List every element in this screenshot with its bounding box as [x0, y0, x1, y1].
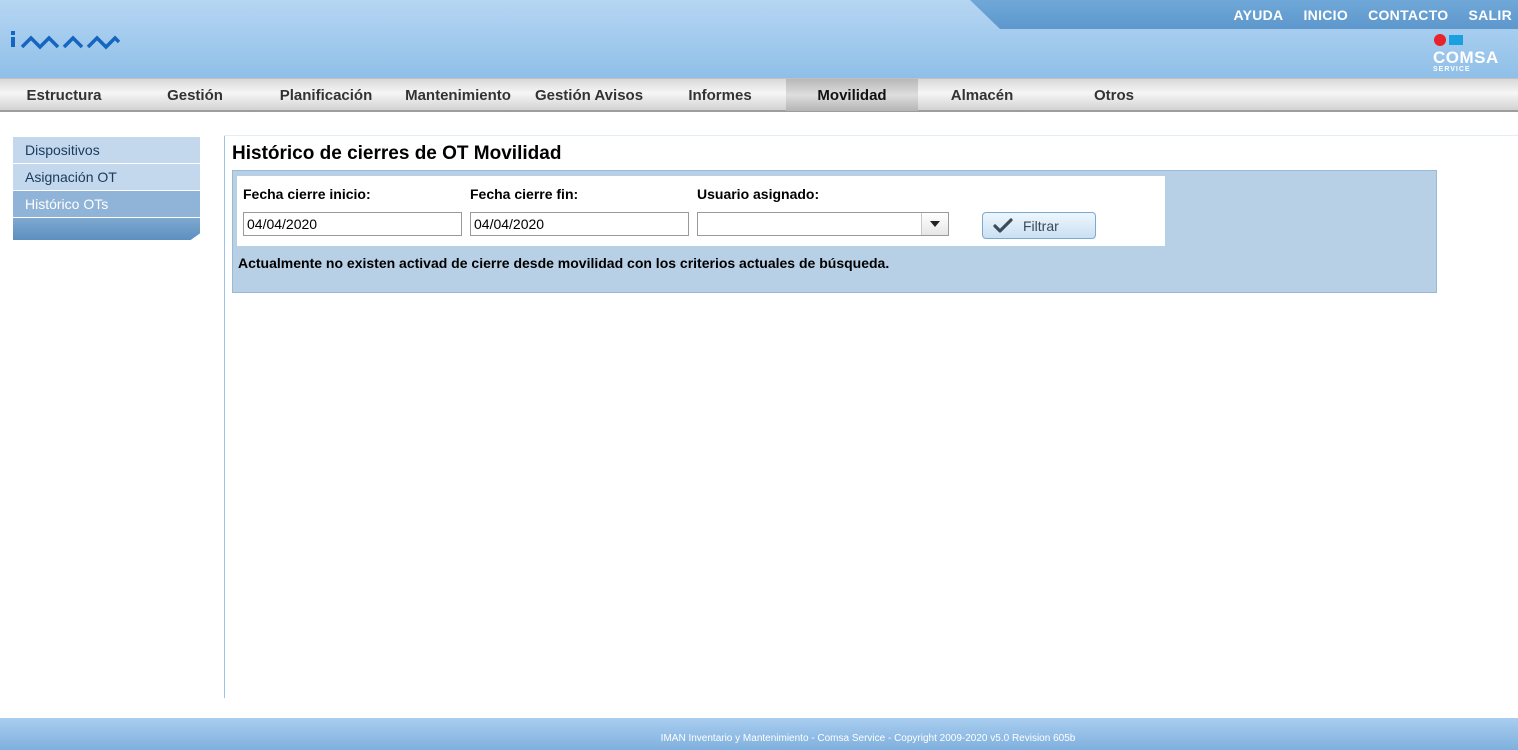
comsa-logo: COMSA SERVICE	[1433, 34, 1513, 74]
user-label: Usuario asignado:	[697, 186, 820, 202]
sidebar-item-historico-ots[interactable]: Histórico OTs	[13, 191, 200, 218]
sidebar: Dispositivos Asignación OT Histórico OTs	[13, 137, 200, 240]
menu-item-estructura[interactable]: Estructura	[14, 79, 114, 111]
empty-results-message: Actualmente no existen activad de cierre…	[238, 255, 890, 271]
top-links: AYUDA INICIO CONTACTO SALIR	[1233, 7, 1512, 23]
menu-item-movilidad[interactable]: Movilidad	[786, 79, 918, 111]
sidebar-item-dispositivos[interactable]: Dispositivos	[13, 137, 200, 164]
menu-item-planificacion[interactable]: Planificación	[271, 79, 381, 111]
filter-button-label: Filtrar	[1023, 218, 1059, 234]
iman-logo-mark	[11, 31, 121, 50]
main-menu: Estructura Gestión Planificación Manteni…	[0, 78, 1518, 112]
menu-item-almacen[interactable]: Almacén	[932, 79, 1032, 111]
start-date-label: Fecha cierre inicio:	[243, 186, 371, 202]
app-header: AYUDA INICIO CONTACTO SALIR COMSA SERVIC…	[0, 0, 1518, 78]
sidebar-footer	[13, 218, 200, 240]
top-link-salir[interactable]: SALIR	[1469, 7, 1513, 23]
menu-item-mantenimiento[interactable]: Mantenimiento	[398, 79, 518, 111]
footer-copyright: IMAN Inventario y Mantenimiento - Comsa …	[660, 733, 1076, 744]
app-footer: IMAN Inventario y Mantenimiento - Comsa …	[0, 718, 1518, 750]
menu-item-gestion[interactable]: Gestión	[145, 79, 245, 111]
content-top-rule	[224, 135, 1518, 136]
sidebar-item-asignacion-ot[interactable]: Asignación OT	[13, 164, 200, 191]
menu-item-otros[interactable]: Otros	[1064, 79, 1164, 111]
menu-item-informes[interactable]: Informes	[670, 79, 770, 111]
page-title: Histórico de cierres de OT Movilidad	[232, 143, 562, 164]
top-link-inicio[interactable]: INICIO	[1303, 7, 1348, 23]
top-link-contacto[interactable]: CONTACTO	[1368, 7, 1448, 23]
end-date-label: Fecha cierre fin:	[470, 186, 579, 202]
chevron-down-icon[interactable]	[921, 213, 948, 235]
comsa-logo-subtext: SERVICE	[1433, 66, 1471, 73]
menu-item-gestion-avisos[interactable]: Gestión Avisos	[529, 79, 649, 111]
top-link-ayuda[interactable]: AYUDA	[1233, 7, 1283, 23]
user-select[interactable]	[697, 212, 949, 236]
filter-button[interactable]: Filtrar	[982, 212, 1096, 239]
start-date-input[interactable]	[243, 212, 462, 236]
comsa-logo-text: COMSA	[1433, 48, 1499, 67]
check-icon	[993, 218, 1013, 233]
iman-logo[interactable]	[10, 28, 122, 55]
content-divider	[224, 135, 225, 698]
comsa-logo-shapes	[1434, 34, 1463, 46]
end-date-input[interactable]	[470, 212, 689, 236]
